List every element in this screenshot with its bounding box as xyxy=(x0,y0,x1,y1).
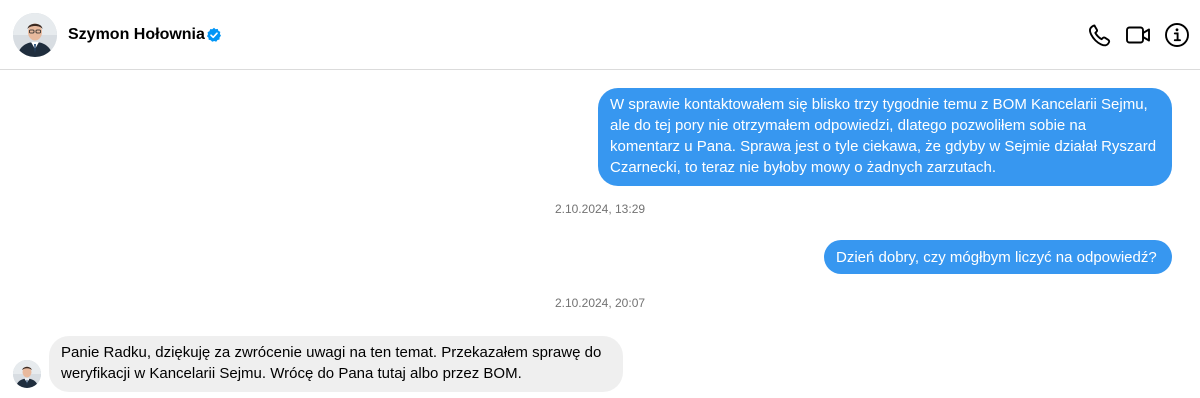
phone-icon xyxy=(1089,24,1111,47)
outgoing-message-bubble[interactable]: Dzień dobry, czy mógłbym liczyć na odpow… xyxy=(824,240,1172,274)
message-timestamp: 2.10.2024, 20:07 xyxy=(554,296,646,310)
person-avatar-icon xyxy=(13,360,41,388)
conversation-header: Szymon Hołownia xyxy=(0,0,1200,70)
contact-avatar[interactable] xyxy=(13,13,57,57)
phone-call-button[interactable] xyxy=(1085,21,1113,49)
chat-window: Szymon Hołownia W sprawie kontaktowałem … xyxy=(0,0,1200,398)
outgoing-message-bubble[interactable]: W sprawie kontaktowałem się blisko trzy … xyxy=(598,88,1172,186)
verified-badge-icon xyxy=(206,27,222,43)
video-call-button[interactable] xyxy=(1124,21,1152,49)
sender-avatar[interactable] xyxy=(13,360,41,388)
message-timestamp: 2.10.2024, 13:29 xyxy=(554,202,646,216)
person-avatar-icon xyxy=(13,13,57,57)
incoming-message-bubble[interactable]: Panie Radku, dziękuję za zwrócenie uwagi… xyxy=(49,336,623,392)
info-icon xyxy=(1165,23,1189,47)
contact-name[interactable]: Szymon Hołownia xyxy=(68,25,205,45)
video-camera-icon xyxy=(1126,26,1150,44)
conversation-info-button[interactable] xyxy=(1163,21,1191,49)
